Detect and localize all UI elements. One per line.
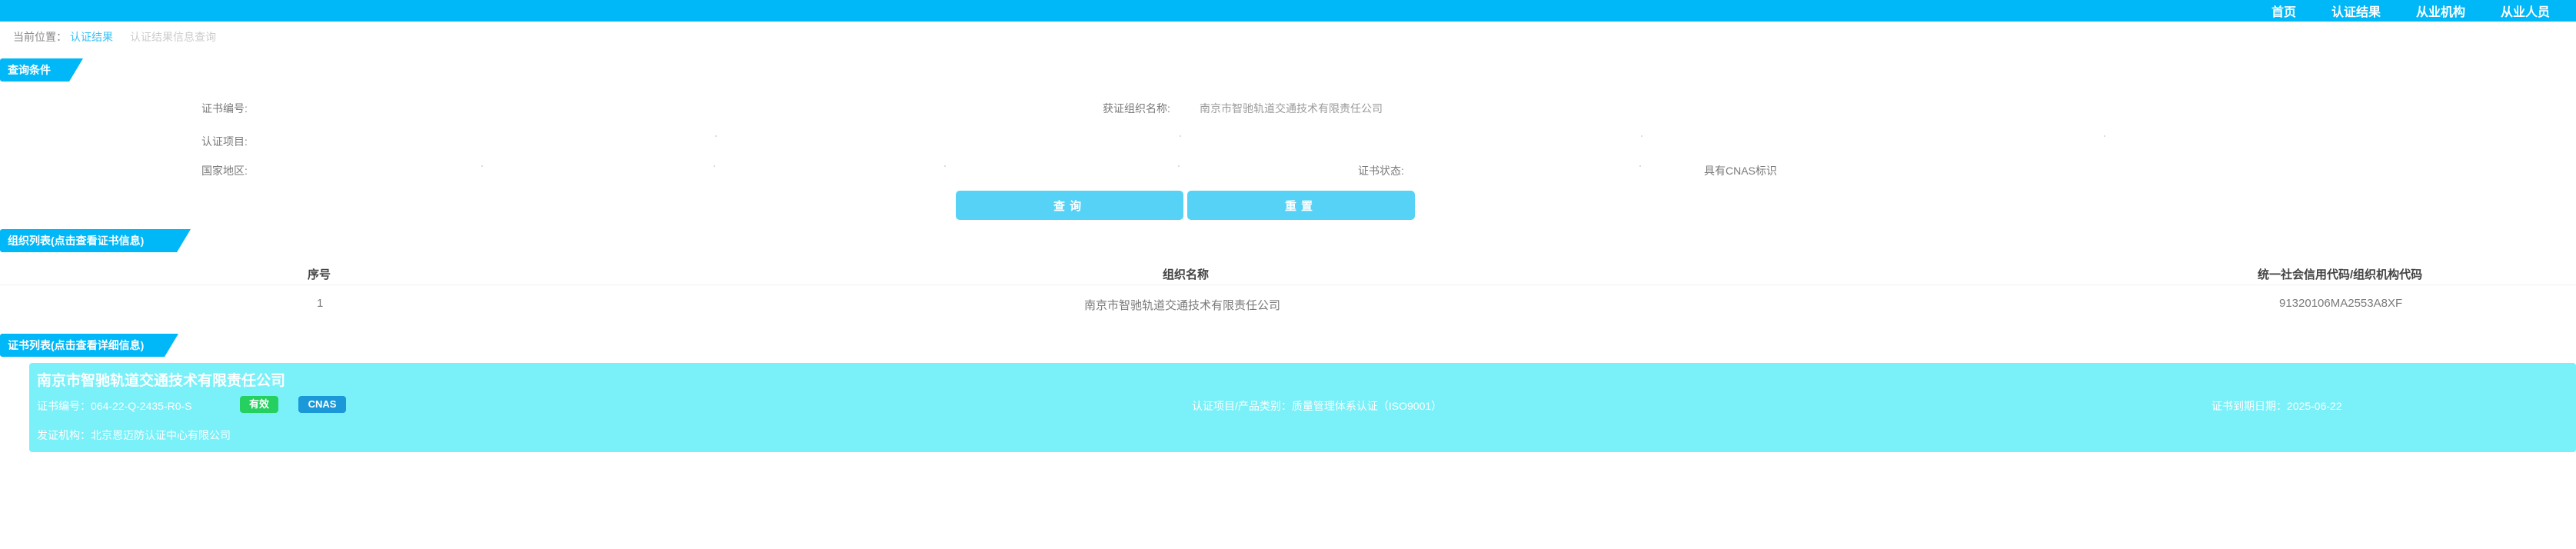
top-navigation-bar: 首页 认证结果 从业机构 从业人员 bbox=[0, 0, 2576, 22]
org-list-section-title: 组织列表(点击查看证书信息) bbox=[0, 229, 191, 252]
cnas-badge: CNAS bbox=[298, 396, 346, 413]
nav-home-link[interactable]: 首页 bbox=[2271, 2, 2296, 20]
cert-card[interactable]: 南京市智驰轨道交通技术有限责任公司 证书编号：064-22-Q-2435-R0-… bbox=[29, 363, 2576, 452]
org-table-header-name: 组织名称 bbox=[1163, 268, 1210, 281]
cnas-checkbox-label[interactable]: 具有CNAS标识 bbox=[1704, 163, 1777, 178]
nav-institutions-link[interactable]: 从业机构 bbox=[2416, 2, 2465, 20]
query-section-title: 查询条件 bbox=[0, 58, 83, 82]
org-table-header-code: 统一社会信用代码/组织机构代码 bbox=[2258, 268, 2423, 281]
divider-dot bbox=[1639, 165, 1641, 167]
region-label: 国家地区: bbox=[201, 165, 248, 177]
cert-card-cert-no: 证书编号：064-22-Q-2435-R0-S bbox=[37, 400, 192, 412]
status-label: 证书状态: bbox=[1358, 165, 1404, 177]
reset-button[interactable]: 重置 bbox=[1187, 191, 1415, 220]
top-nav-menu: 首页 认证结果 从业机构 从业人员 bbox=[2271, 0, 2576, 22]
org-name-input[interactable]: 南京市智驰轨道交通技术有限责任公司 bbox=[1200, 101, 1383, 116]
divider-dot bbox=[1180, 135, 1181, 137]
divider-dot bbox=[2104, 135, 2105, 137]
org-row-index: 1 bbox=[317, 297, 324, 310]
cert-card-expiry: 证书到期日期：2025-06-22 bbox=[2212, 400, 2342, 412]
divider-dot bbox=[1178, 165, 1180, 167]
table-divider bbox=[0, 284, 2576, 285]
org-table-header-index: 序号 bbox=[308, 268, 331, 281]
cert-card-project: 认证项目/产品类别：质量管理体系认证（ISO9001） bbox=[1192, 400, 1443, 412]
project-label: 认证项目: bbox=[201, 135, 248, 148]
divider-dot bbox=[944, 165, 946, 167]
divider-dot bbox=[1641, 135, 1642, 137]
cert-no-label: 证书编号: bbox=[201, 102, 248, 115]
cert-card-org-name: 南京市智驰轨道交通技术有限责任公司 bbox=[37, 373, 286, 389]
nav-personnel-link[interactable]: 从业人员 bbox=[2501, 2, 2550, 20]
nav-cert-results-link[interactable]: 认证结果 bbox=[2331, 2, 2381, 20]
org-row-name-link[interactable]: 南京市智驰轨道交通技术有限责任公司 bbox=[1084, 297, 1280, 313]
divider-dot bbox=[481, 165, 483, 167]
breadcrumb-prefix: 当前位置： bbox=[13, 31, 67, 43]
cert-card-issuer: 发证机构：北京恩迈防认证中心有限公司 bbox=[37, 429, 231, 441]
breadcrumb: 当前位置： 认证结果 认证结果信息查询 bbox=[13, 29, 216, 45]
breadcrumb-current-link[interactable]: 认证结果 bbox=[70, 31, 113, 43]
divider-dot bbox=[714, 165, 715, 167]
cert-status-badge: 有效 bbox=[240, 396, 278, 413]
search-button[interactable]: 查询 bbox=[956, 191, 1183, 220]
divider-dot bbox=[715, 135, 717, 137]
breadcrumb-sub: 认证结果信息查询 bbox=[130, 31, 216, 43]
org-name-label: 获证组织名称: bbox=[1103, 102, 1170, 115]
org-row-code: 91320106MA2553A8XF bbox=[2279, 297, 2403, 310]
cert-list-section-title: 证书列表(点击查看详细信息) bbox=[0, 334, 178, 357]
